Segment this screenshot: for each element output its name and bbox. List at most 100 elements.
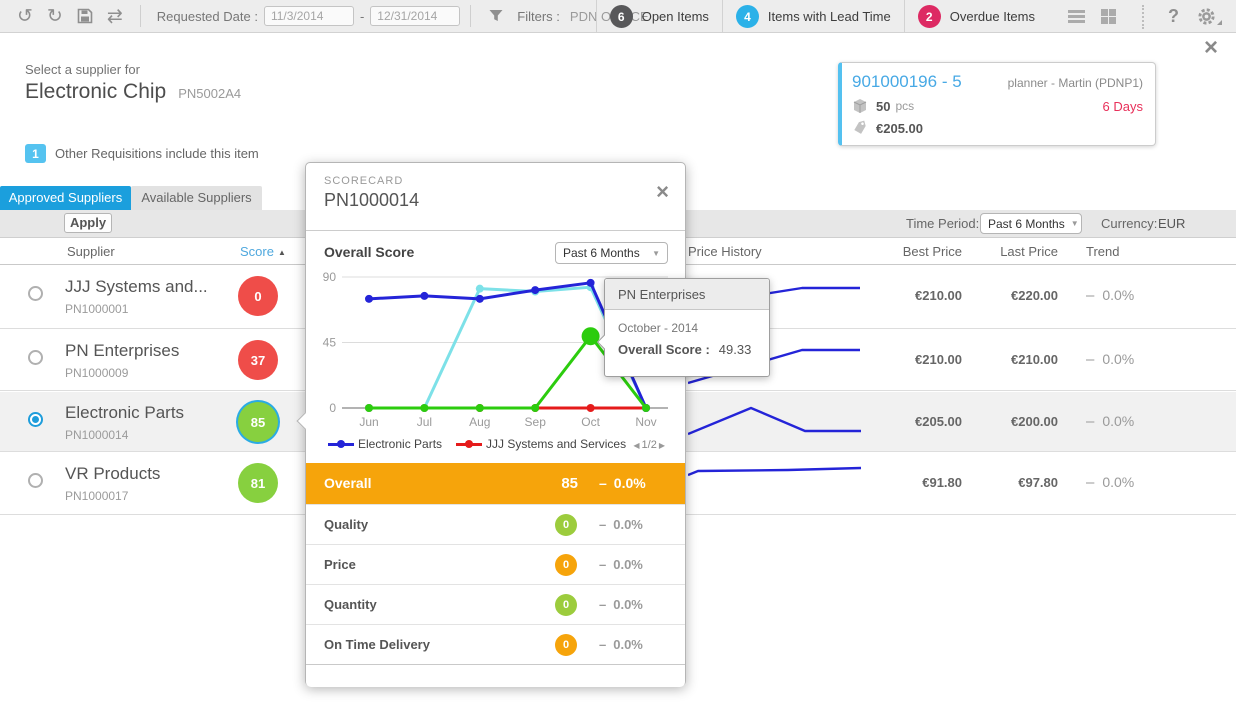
divider — [306, 230, 685, 231]
settings-gear-icon[interactable] — [1197, 7, 1222, 26]
lead-time-count-badge: 4 — [736, 5, 759, 28]
dotted-divider — [1142, 5, 1144, 29]
page-subtitle: Select a supplier for — [25, 62, 140, 77]
save-icon[interactable] — [77, 8, 93, 24]
open-items-label: Open Items — [642, 9, 709, 24]
page-close-icon[interactable]: × — [1204, 36, 1218, 60]
supplier-code: PN1000017 — [65, 489, 160, 503]
legend-item[interactable]: Electronic Parts — [328, 437, 442, 451]
score-badge[interactable]: 85 — [238, 402, 278, 442]
quantity-unit: pcs — [895, 99, 914, 113]
legend-item[interactable]: JJJ Systems and Services — [456, 437, 626, 451]
kpi-trend: –0.0% — [599, 557, 643, 572]
pager-next-icon[interactable]: ▶ — [659, 441, 665, 450]
chart-legend: Electronic Parts JJJ Systems and Service… — [328, 437, 640, 451]
tab-approved-suppliers[interactable]: Approved Suppliers — [0, 186, 131, 210]
scorecard-period-select[interactable]: Past 6 Months ▼ — [555, 242, 668, 264]
legend-line-marker — [328, 439, 354, 449]
open-items-filter[interactable]: 6 Open Items — [596, 0, 722, 33]
currency-label: Currency: — [1101, 210, 1157, 238]
supplier-code: PN1000009 — [65, 366, 179, 380]
filter-icon[interactable] — [488, 8, 504, 24]
radio-button[interactable] — [28, 412, 43, 427]
kpi-score-badge: 0 — [555, 634, 577, 656]
currency-value: EUR — [1158, 210, 1185, 238]
best-price-value: €205.00 — [858, 414, 962, 429]
kpi-row-price[interactable]: Price 0 –0.0% — [306, 544, 685, 584]
supplier-name: VR Products — [65, 464, 160, 484]
planner-label: planner - Martin (PDNP1) — [1008, 76, 1143, 90]
part-number: PN5002A4 — [178, 86, 241, 101]
requested-date-label: Requested Date : — [157, 9, 258, 24]
trend-value: –0.0% — [1086, 351, 1134, 368]
redo-icon[interactable]: ↻ — [47, 7, 63, 26]
date-to-input[interactable] — [370, 6, 460, 26]
requisition-id-link[interactable]: 901000196 - 5 — [852, 72, 962, 92]
trend-value: –0.0% — [1086, 413, 1134, 430]
tooltip-score: Overall Score :49.33 — [618, 342, 769, 357]
time-period-select[interactable]: Past 6 Months ▼ — [980, 213, 1082, 234]
help-icon[interactable]: ? — [1168, 6, 1179, 27]
lead-time-items-filter[interactable]: 4 Items with Lead Time — [722, 0, 904, 33]
overdue-items-filter[interactable]: 2 Overdue Items — [904, 0, 1048, 33]
best-price-value: €210.00 — [858, 288, 962, 303]
toolbar-divider — [140, 5, 141, 27]
chart-tooltip: PN Enterprises October - 2014 Overall Sc… — [604, 278, 770, 377]
page-title: Electronic ChipPN5002A4 — [25, 80, 241, 104]
grid-view-icon[interactable] — [1101, 9, 1116, 24]
tab-available-suppliers[interactable]: Available Suppliers — [131, 186, 262, 210]
toolbar-divider — [470, 5, 471, 27]
best-price-column-header: Best Price — [858, 238, 962, 265]
price-value: €205.00 — [876, 121, 923, 136]
apply-button[interactable]: Apply — [64, 213, 112, 233]
score-badge[interactable]: 0 — [238, 276, 278, 316]
supplier-name: PN Enterprises — [65, 341, 179, 361]
date-from-input[interactable] — [264, 6, 354, 26]
svg-text:Aug: Aug — [469, 415, 490, 429]
kpi-trend: –0.0% — [599, 517, 643, 532]
transfer-icon[interactable]: ⇄ — [107, 7, 123, 26]
package-icon — [852, 98, 868, 114]
supplier-column-header: Supplier — [67, 238, 115, 265]
score-badge[interactable]: 37 — [238, 340, 278, 380]
kpi-row-quantity[interactable]: Quantity 0 –0.0% — [306, 584, 685, 624]
legend-line-marker — [456, 439, 482, 449]
radio-button[interactable] — [28, 473, 43, 488]
svg-text:Jun: Jun — [359, 415, 378, 429]
svg-text:Oct: Oct — [581, 415, 600, 429]
best-price-value: €210.00 — [858, 352, 962, 367]
last-price-value: €220.00 — [954, 288, 1058, 303]
price-tag-icon — [852, 120, 868, 136]
trend-value: –0.0% — [1086, 287, 1134, 304]
radio-button[interactable] — [28, 286, 43, 301]
supplier-code: PN1000001 — [65, 302, 208, 316]
other-requisitions-note[interactable]: 1 Other Requisitions include this item — [25, 144, 259, 163]
quantity-value: 50 — [876, 99, 890, 114]
last-price-value: €210.00 — [954, 352, 1058, 367]
overdue-label: Overdue Items — [950, 9, 1035, 24]
price-history-sparkline — [688, 456, 870, 512]
open-items-count-badge: 6 — [610, 5, 633, 28]
sort-ascending-icon[interactable]: ▲ — [278, 239, 286, 266]
kpi-row-on-time-delivery[interactable]: On Time Delivery 0 –0.0% — [306, 624, 685, 664]
score-column-header[interactable]: Score — [240, 238, 274, 265]
kpi-row-quality[interactable]: Quality 0 –0.0% — [306, 504, 685, 544]
time-period-label: Time Period: — [906, 210, 979, 238]
overall-score-value: 85 — [544, 475, 578, 492]
tooltip-title: PN Enterprises — [605, 279, 769, 310]
last-price-column-header: Last Price — [954, 238, 1058, 265]
svg-text:Sep: Sep — [525, 415, 547, 429]
close-icon[interactable]: × — [656, 181, 669, 203]
radio-button[interactable] — [28, 350, 43, 365]
price-history-sparkline — [688, 395, 870, 451]
kpi-row-overall[interactable]: Overall 85 –0.0% — [306, 463, 685, 504]
lead-time-label: Items with Lead Time — [768, 9, 891, 24]
scorecard-title: PN1000014 — [324, 190, 419, 211]
last-price-value: €97.80 — [954, 475, 1058, 490]
pager-prev-icon[interactable]: ◀ — [633, 441, 639, 450]
undo-icon[interactable]: ↺ — [17, 7, 33, 26]
list-view-icon[interactable] — [1068, 10, 1085, 13]
score-badge[interactable]: 81 — [238, 463, 278, 503]
overall-trend: –0.0% — [599, 475, 646, 491]
legend-pager: ◀1/2▶ — [631, 439, 667, 451]
